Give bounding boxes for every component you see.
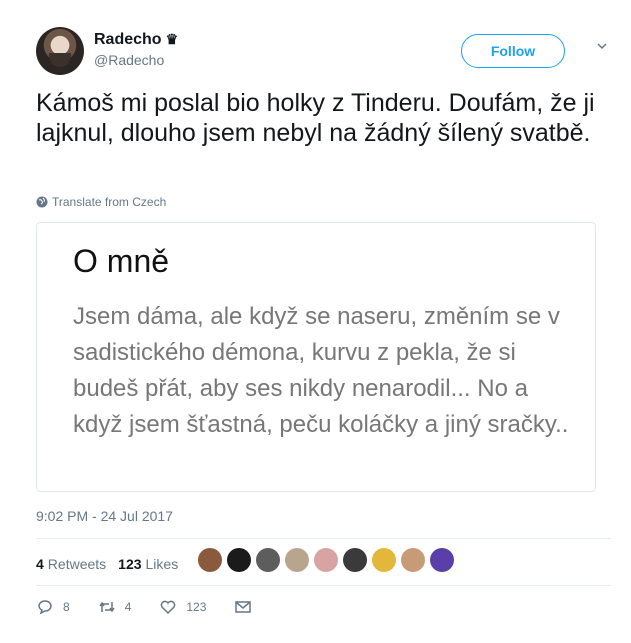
user-info[interactable]: Radecho ♛ @Radecho (94, 29, 178, 70)
liker-avatars (198, 548, 459, 572)
envelope-icon (235, 601, 252, 613)
user-name[interactable]: Radecho (94, 31, 162, 48)
direct-message-button[interactable] (234, 598, 261, 616)
crown-badge: ♛ (165, 31, 179, 47)
retweets-count: 4 (36, 556, 44, 572)
user-handle[interactable]: @Radecho (94, 50, 178, 70)
globe-icon (36, 196, 48, 208)
attached-image[interactable]: O mně Jsem dáma, ale když se naseru, změ… (36, 222, 596, 492)
liker-avatar[interactable] (430, 548, 454, 572)
avatar[interactable] (36, 27, 84, 75)
tweet-text: Kámoš mi poslal bio holky z Tinderu. Dou… (36, 89, 595, 147)
translate-label: Translate from Czech (52, 195, 167, 209)
heart-icon (161, 600, 176, 615)
retweets-label: Retweets (47, 556, 107, 572)
reply-count: 8 (63, 600, 70, 614)
reply-icon (38, 600, 52, 615)
translate-link[interactable]: Translate from Czech (36, 195, 166, 209)
liker-avatar[interactable] (285, 548, 309, 572)
chevron-down-icon[interactable] (597, 41, 607, 51)
like-button[interactable]: 123 (159, 598, 206, 616)
liker-avatar[interactable] (227, 548, 251, 572)
follow-button[interactable]: Follow (461, 34, 565, 68)
reply-button[interactable]: 8 (36, 598, 70, 616)
retweet-count: 4 (124, 600, 132, 614)
tweet-header: Radecho ♛ @Radecho Follow (36, 27, 611, 77)
tweet: Radecho ♛ @Radecho Follow Kámoš mi poslal… (0, 0, 631, 643)
likes-stat[interactable]: 123 Likes (118, 556, 178, 572)
liker-avatar[interactable] (401, 548, 425, 572)
liker-avatar[interactable] (256, 548, 280, 572)
divider (36, 585, 611, 586)
liker-avatar[interactable] (343, 548, 367, 572)
liker-avatar[interactable] (198, 548, 222, 572)
divider (36, 538, 611, 539)
likes-count: 123 (118, 556, 142, 572)
tweet-stats: 4 Retweets 123 Likes (36, 552, 190, 576)
timestamp[interactable]: 9:02 PM - 24 Jul 2017 (36, 508, 173, 524)
like-count: 123 (186, 600, 207, 614)
card-title: O mně (73, 243, 170, 279)
retweet-icon (99, 601, 115, 613)
action-bar: 8 4 123 (36, 596, 289, 618)
retweets-stat[interactable]: 4 Retweets (36, 556, 106, 572)
card-body: Jsem dáma, ale když se naseru, změním se… (73, 303, 569, 438)
liker-avatar[interactable] (314, 548, 338, 572)
retweet-button[interactable]: 4 (98, 598, 132, 616)
liker-avatar[interactable] (372, 548, 396, 572)
likes-label: Likes (145, 556, 179, 572)
